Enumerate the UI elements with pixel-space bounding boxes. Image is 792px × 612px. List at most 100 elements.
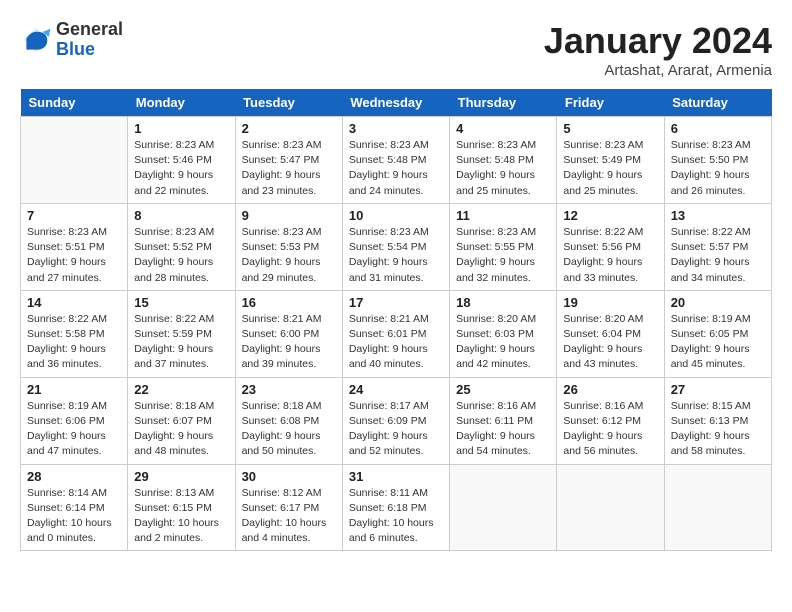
weekday-header-saturday: Saturday (664, 89, 771, 117)
sunset-text: Sunset: 5:53 PM (242, 241, 320, 253)
day-number: 18 (456, 295, 550, 310)
sunset-text: Sunset: 5:48 PM (456, 154, 534, 166)
day-number: 19 (563, 295, 657, 310)
calendar-week-row: 28Sunrise: 8:14 AMSunset: 6:14 PMDayligh… (21, 464, 772, 551)
sunset-text: Sunset: 6:05 PM (671, 328, 749, 340)
daylight-text: Daylight: 9 hours and 24 minutes. (349, 169, 428, 196)
calendar-table: SundayMondayTuesdayWednesdayThursdayFrid… (20, 89, 772, 551)
day-info: Sunrise: 8:14 AMSunset: 6:14 PMDaylight:… (27, 486, 121, 547)
sunset-text: Sunset: 6:03 PM (456, 328, 534, 340)
sunset-text: Sunset: 5:48 PM (349, 154, 427, 166)
day-info: Sunrise: 8:15 AMSunset: 6:13 PMDaylight:… (671, 399, 765, 460)
day-info: Sunrise: 8:23 AMSunset: 5:48 PMDaylight:… (456, 138, 550, 199)
sunset-text: Sunset: 6:17 PM (242, 502, 320, 514)
weekday-header-row: SundayMondayTuesdayWednesdayThursdayFrid… (21, 89, 772, 117)
day-info: Sunrise: 8:19 AMSunset: 6:05 PMDaylight:… (671, 312, 765, 373)
daylight-text: Daylight: 9 hours and 47 minutes. (27, 430, 106, 457)
day-number: 9 (242, 208, 336, 223)
weekday-header-monday: Monday (128, 89, 235, 117)
day-number: 25 (456, 382, 550, 397)
sunset-text: Sunset: 6:04 PM (563, 328, 641, 340)
weekday-header-tuesday: Tuesday (235, 89, 342, 117)
sunset-text: Sunset: 5:54 PM (349, 241, 427, 253)
weekday-header-thursday: Thursday (450, 89, 557, 117)
sunset-text: Sunset: 5:47 PM (242, 154, 320, 166)
calendar-week-row: 21Sunrise: 8:19 AMSunset: 6:06 PMDayligh… (21, 377, 772, 464)
calendar-cell: 9 Sunrise: 8:23 AMSunset: 5:53 PMDaylight… (235, 203, 342, 290)
day-number: 10 (349, 208, 443, 223)
calendar-cell: 4Sunrise: 8:23 AMSunset: 5:48 PMDaylight… (450, 117, 557, 204)
day-number: 11 (456, 208, 550, 223)
sunrise-text: Sunrise: 8:22 AM (134, 313, 214, 325)
daylight-text: Daylight: 9 hours and 50 minutes. (242, 430, 321, 457)
day-info: Sunrise: 8:21 AMSunset: 6:01 PMDaylight:… (349, 312, 443, 373)
calendar-cell: 13Sunrise: 8:22 AMSunset: 5:57 PMDayligh… (664, 203, 771, 290)
day-info: Sunrise: 8:23 AMSunset: 5:55 PMDaylight:… (456, 225, 550, 286)
day-info: Sunrise: 8:13 AMSunset: 6:15 PMDaylight:… (134, 486, 228, 547)
sunrise-text: Sunrise: 8:23 AM (671, 139, 751, 151)
sunset-text: Sunset: 6:08 PM (242, 415, 320, 427)
calendar-cell: 18 Sunrise: 8:20 AMSunset: 6:03 PMDayligh… (450, 290, 557, 377)
calendar-cell: 27Sunrise: 8:15 AMSunset: 6:13 PMDayligh… (664, 377, 771, 464)
logo-icon (20, 24, 52, 56)
day-info: Sunrise: 8:16 AMSunset: 6:11 PMDaylight:… (456, 399, 550, 460)
calendar-cell: 2 Sunrise: 8:23 AM Sunset: 5:47 PM Daylight… (235, 117, 342, 204)
day-info: Sunrise: 8:11 AMSunset: 6:18 PMDaylight:… (349, 486, 443, 547)
day-info: Sunrise: 8:23 AMSunset: 5:49 PMDaylight:… (563, 138, 657, 199)
day-info: Sunrise: 8:22 AM Sunset: 5:58 PM Daylight:… (27, 312, 121, 373)
logo-text: General Blue (56, 20, 123, 60)
weekday-header-wednesday: Wednesday (342, 89, 449, 117)
day-number: 7 (27, 208, 121, 223)
daylight-text: Daylight: 9 hours and 29 minutes. (242, 256, 321, 283)
sunset-text: Sunset: 6:00 PM (242, 328, 320, 340)
calendar-cell: 6 Sunrise: 8:23 AM Sunset: 5:50 PM Daylight… (664, 117, 771, 204)
sunset-text: Sunset: 6:12 PM (563, 415, 641, 427)
sunrise-text: Sunrise: 8:23 AM (242, 139, 322, 151)
title-block: January 2024 Artashat, Ararat, Armenia (544, 20, 772, 79)
sunset-text: Sunset: 5:58 PM (27, 328, 105, 340)
day-number: 22 (134, 382, 228, 397)
sunrise-text: Sunrise: 8:23 AM (349, 226, 429, 238)
calendar-cell: 28Sunrise: 8:14 AMSunset: 6:14 PMDayligh… (21, 464, 128, 551)
daylight-text: Daylight: 9 hours and 58 minutes. (671, 430, 750, 457)
day-number: 2 (242, 121, 336, 136)
calendar-cell: 12Sunrise: 8:22 AMSunset: 5:56 PMDayligh… (557, 203, 664, 290)
day-number: 29 (134, 469, 228, 484)
daylight-text: Daylight: 9 hours and 37 minutes. (134, 343, 213, 370)
day-number: 15 (134, 295, 228, 310)
sunrise-text: Sunrise: 8:16 AM (563, 400, 643, 412)
calendar-cell (557, 464, 664, 551)
day-info: Sunrise: 8:23 AM Sunset: 5:50 PM Daylight:… (671, 138, 765, 199)
calendar-cell: 1Sunrise: 8:23 AMSunset: 5:46 PMDaylight… (128, 117, 235, 204)
daylight-text: Daylight: 9 hours and 36 minutes. (27, 343, 106, 370)
daylight-text: Daylight: 9 hours and 32 minutes. (456, 256, 535, 283)
sunrise-text: Sunrise: 8:13 AM (134, 487, 214, 499)
daylight-text: Daylight: 9 hours and 28 minutes. (134, 256, 213, 283)
calendar-cell: 20Sunrise: 8:19 AMSunset: 6:05 PMDayligh… (664, 290, 771, 377)
weekday-header-friday: Friday (557, 89, 664, 117)
sunrise-text: Sunrise: 8:22 AM (671, 226, 751, 238)
day-number: 24 (349, 382, 443, 397)
daylight-text: Daylight: 9 hours and 31 minutes. (349, 256, 428, 283)
daylight-text: Daylight: 9 hours and 23 minutes. (242, 169, 321, 196)
sunset-text: Sunset: 5:50 PM (671, 154, 749, 166)
sunrise-text: Sunrise: 8:17 AM (349, 400, 429, 412)
sunrise-text: Sunrise: 8:19 AM (27, 400, 107, 412)
day-info: Sunrise: 8:19 AMSunset: 6:06 PMDaylight:… (27, 399, 121, 460)
calendar-cell: 14Sunrise: 8:22 AMSunset: 5:58 PMDayligh… (21, 290, 128, 377)
sunrise-text: Sunrise: 8:22 AM (27, 313, 107, 325)
sunset-text: Sunset: 6:15 PM (134, 502, 212, 514)
day-number: 26 (563, 382, 657, 397)
calendar-cell: 25 Sunrise: 8:16 AMSunset: 6:11 PMDayligh… (450, 377, 557, 464)
sunset-text: Sunset: 6:09 PM (349, 415, 427, 427)
day-number: 6 (671, 121, 765, 136)
sunset-text: Sunset: 5:46 PM (134, 154, 212, 166)
daylight-text: Daylight: 9 hours and 26 minutes. (671, 169, 750, 196)
calendar-cell: 29Sunrise: 8:13 AMSunset: 6:15 PMDayligh… (128, 464, 235, 551)
day-info: Sunrise: 8:20 AMSunset: 6:03 PMDaylight:… (456, 312, 550, 373)
day-number: 5 (563, 121, 657, 136)
sunrise-text: Sunrise: 8:23 AM (349, 139, 429, 151)
calendar-cell (450, 464, 557, 551)
daylight-text: Daylight: 9 hours and 22 minutes. (134, 169, 213, 196)
day-info: Sunrise: 8:23 AMSunset: 5:53 PMDaylight:… (242, 225, 336, 286)
